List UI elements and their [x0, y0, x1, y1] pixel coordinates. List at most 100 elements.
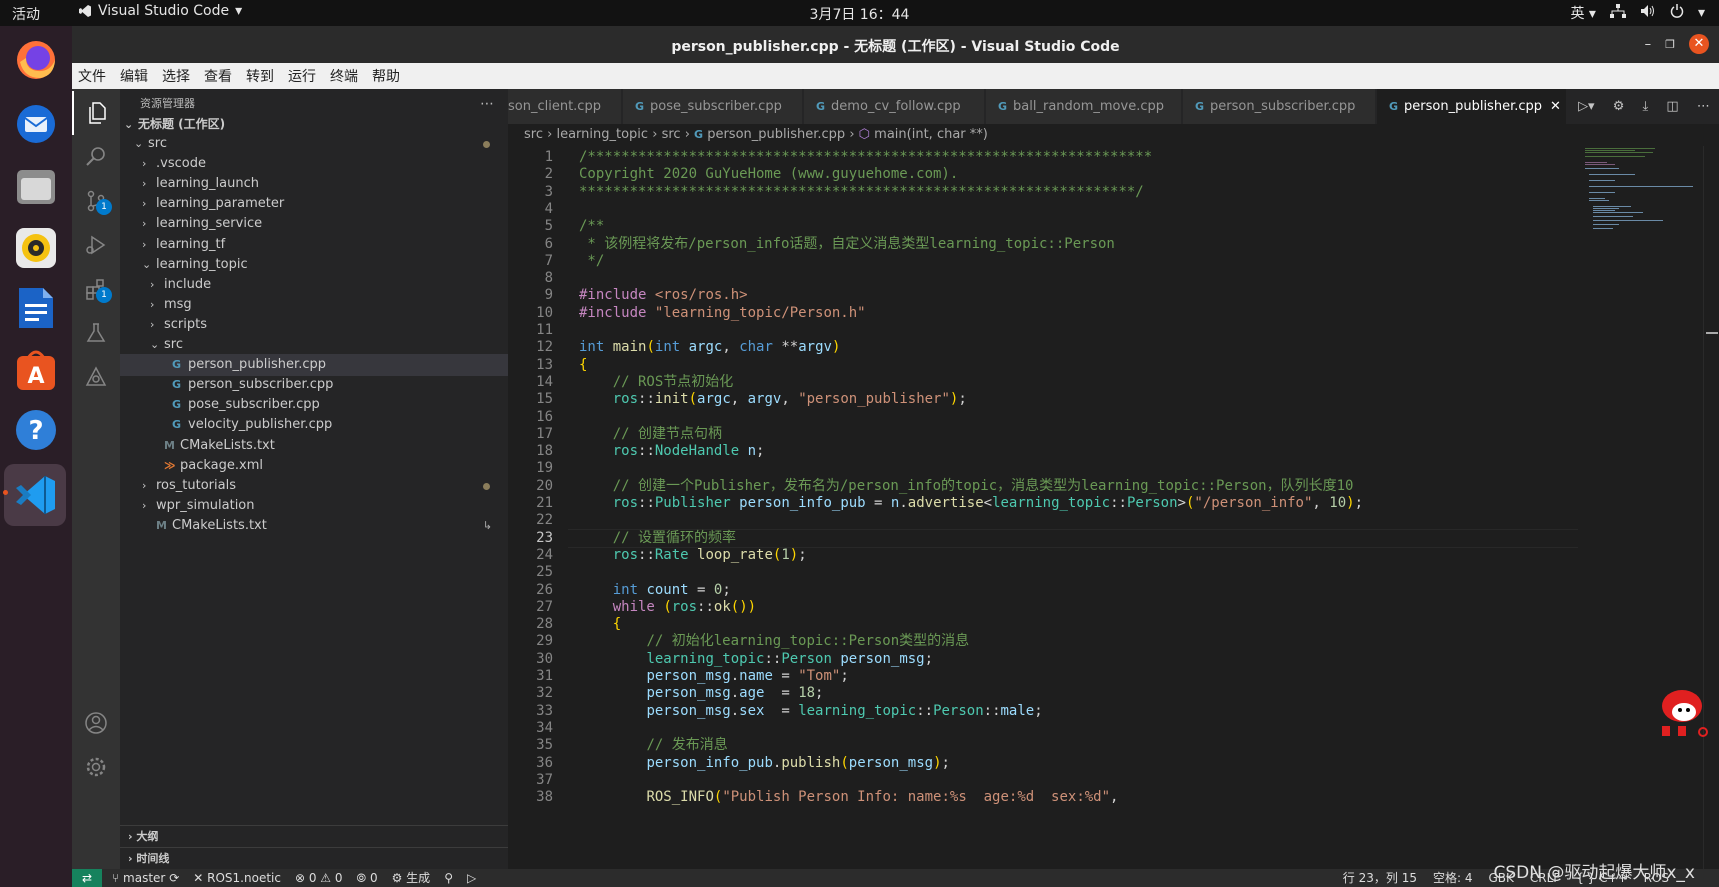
breadcrumb-item[interactable]: person_publisher.cpp	[707, 127, 845, 142]
breadcrumb-item[interactable]: learning_topic	[556, 127, 648, 142]
minimap[interactable]	[1583, 146, 1703, 869]
menu-file[interactable]: 文件	[78, 66, 106, 86]
files-icon[interactable]	[10, 160, 62, 212]
branch-indicator[interactable]: ⑂ master ⟳	[112, 869, 179, 887]
run-debug-icon[interactable]	[72, 223, 120, 267]
menu-edit[interactable]: 编辑	[120, 66, 148, 86]
system-tray[interactable]: 英 ▾ ▾	[1570, 3, 1705, 23]
tab-pose-subscriber[interactable]: Gpose_subscriber.cpp	[623, 89, 803, 124]
menu-go[interactable]: 转到	[246, 66, 274, 86]
breadcrumb-item[interactable]: src	[524, 127, 543, 142]
close-icon[interactable]: ✕	[1689, 34, 1709, 54]
menu-view[interactable]: 查看	[204, 66, 232, 86]
tab-person-subscriber[interactable]: Gperson_subscriber.cpp	[1183, 89, 1376, 124]
menu-run[interactable]: 运行	[288, 66, 316, 86]
tree-item[interactable]: ⌄ src	[120, 133, 508, 155]
extensions-icon[interactable]: 1	[72, 267, 120, 311]
tree-item[interactable]: › wpr_simulation	[120, 495, 508, 517]
rhythmbox-icon[interactable]	[10, 222, 62, 274]
chevron-down-icon: ▾	[235, 3, 243, 19]
outline-section[interactable]: › 大纲	[120, 825, 508, 847]
app-menu[interactable]: Visual Studio Code ▾	[78, 3, 242, 19]
tree-item[interactable]: Gperson_publisher.cpp	[120, 354, 508, 377]
close-tab-icon[interactable]: ✕	[1550, 99, 1561, 114]
remote-indicator-icon[interactable]: ⇄	[72, 869, 102, 887]
run-icon[interactable]: ▷	[467, 869, 476, 887]
tree-item[interactable]: Gperson_subscriber.cpp	[120, 374, 508, 396]
tree-item[interactable]: ⌄ src	[120, 334, 508, 356]
tree-item[interactable]: M CMakeLists.txt	[120, 435, 508, 457]
code-line: // 设置循环的频率	[612, 529, 737, 546]
ros-env-indicator[interactable]: ✕ ROS1.noetic	[193, 869, 281, 887]
power-icon[interactable]	[1670, 4, 1684, 22]
minimize-icon[interactable]: –	[1645, 37, 1652, 52]
search-icon[interactable]	[72, 135, 120, 179]
tree-item[interactable]: › scripts	[120, 314, 508, 336]
tree-item[interactable]: M CMakeLists.txt ↳	[120, 515, 508, 537]
problems-indicator[interactable]: ⊗ 0 ⚠ 0	[295, 869, 343, 887]
vscode-dock-icon[interactable]	[4, 464, 66, 526]
tree-item[interactable]: › learning_tf	[120, 234, 508, 256]
source-control-icon[interactable]: 1	[72, 179, 120, 223]
settings-gear-icon[interactable]	[72, 745, 120, 789]
tab-demo-cv-follow[interactable]: Gdemo_cv_follow.cpp	[804, 89, 985, 124]
chevron-right-icon: ›	[150, 277, 155, 291]
tree-item[interactable]: › msg	[120, 294, 508, 316]
more-actions-icon[interactable]: ⋯	[1697, 99, 1710, 114]
tab-person-publisher[interactable]: Gperson_publisher.cpp ✕	[1377, 89, 1567, 124]
tree-item[interactable]: › include	[120, 274, 508, 296]
menu-selection[interactable]: 选择	[162, 66, 190, 86]
explorer-icon[interactable]	[72, 91, 120, 135]
menu-help[interactable]: 帮助	[372, 66, 400, 86]
maximize-icon[interactable]: ❐	[1665, 38, 1675, 51]
code-line: person_info_pub.publish(person_msg);	[646, 754, 950, 771]
timeline-section[interactable]: › 时间线	[120, 847, 508, 869]
workspace-root[interactable]: ⌄ 无标题 (工作区)	[120, 113, 508, 135]
chevron-right-icon: ›	[142, 197, 147, 211]
account-icon[interactable]	[72, 701, 120, 745]
software-center-icon[interactable]: A	[10, 344, 62, 396]
vertical-scrollbar[interactable]	[1703, 146, 1719, 869]
gear-icon[interactable]: ⚙	[1613, 99, 1625, 114]
run-icon[interactable]: ▷▾	[1578, 99, 1595, 114]
debug-icon[interactable]: ⚲	[444, 869, 453, 887]
build-button[interactable]: ⚙ 生成	[392, 869, 431, 887]
tree-item[interactable]: Gvelocity_publisher.cpp	[120, 414, 508, 436]
menu-terminal[interactable]: 终端	[330, 66, 358, 86]
input-method[interactable]: 英 ▾	[1570, 3, 1595, 23]
tree-item[interactable]: › .vscode	[120, 153, 508, 175]
cursor-position[interactable]: 行 23，列 15	[1343, 869, 1417, 887]
running-indicator	[3, 490, 8, 495]
csdn-watermark: CSDN @驱动起爆大师x_x	[1493, 863, 1696, 883]
ros-icon[interactable]	[72, 355, 120, 399]
tree-item[interactable]: › learning_service	[120, 213, 508, 235]
line-number: 38	[536, 789, 553, 806]
help-icon[interactable]: ?	[10, 404, 62, 456]
tree-item[interactable]: ⌄ learning_topic	[120, 254, 508, 276]
tree-item-label: learning_tf	[156, 236, 226, 252]
tree-item[interactable]: ≫ package.xml	[120, 455, 508, 477]
testing-flask-icon[interactable]	[72, 311, 120, 355]
volume-icon[interactable]	[1640, 4, 1656, 22]
download-icon[interactable]: ⤓	[1643, 99, 1649, 114]
network-icon[interactable]	[1609, 4, 1626, 22]
indentation[interactable]: 空格: 4	[1433, 869, 1473, 887]
explorer-title: 资源管理器	[140, 97, 195, 110]
firefox-icon[interactable]	[10, 34, 62, 86]
split-editor-icon[interactable]: ◫	[1666, 99, 1678, 114]
tree-item[interactable]: Gpose_subscriber.cpp	[120, 394, 508, 416]
tree-item[interactable]: › learning_launch	[120, 173, 508, 195]
ports-indicator[interactable]: ⦾ 0	[357, 869, 378, 887]
clock[interactable]: 3月7日 16：44	[0, 4, 1719, 24]
breadcrumb-item[interactable]: main(int, char **)	[874, 127, 988, 142]
tab-ball-random-move[interactable]: Gball_random_move.cpp	[986, 89, 1182, 124]
libreoffice-writer-icon[interactable]	[10, 282, 62, 334]
thunderbird-icon[interactable]	[10, 98, 62, 150]
tab-son-client[interactable]: son_client.cpp	[508, 89, 622, 124]
code-editor[interactable]: 1/**************************************…	[508, 146, 1583, 869]
breadcrumb-item[interactable]: src	[662, 127, 681, 142]
tree-item[interactable]: › learning_parameter	[120, 193, 508, 215]
tree-item[interactable]: › ros_tutorials	[120, 475, 508, 497]
line-number: 15	[536, 391, 553, 408]
activities-button[interactable]: 活动	[12, 4, 40, 24]
